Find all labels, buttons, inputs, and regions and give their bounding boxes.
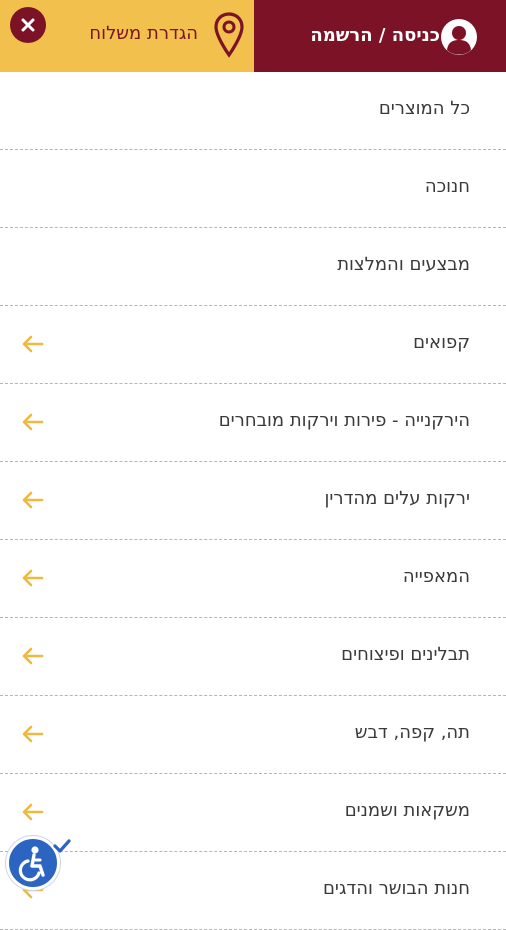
arrow-left-icon[interactable] bbox=[20, 412, 44, 432]
menu-item[interactable]: תבלינים ופיצוחים bbox=[0, 618, 506, 696]
menu-item-label: חנוכה bbox=[424, 176, 470, 197]
menu-item-label: קפואים bbox=[413, 332, 470, 353]
top-bar: הגדרת משלוח כניסה / הרשמה bbox=[0, 0, 506, 72]
menu-item-label: תה, קפה, דבש bbox=[354, 722, 470, 743]
menu-item-label: משקאות ושמנים bbox=[344, 800, 470, 821]
menu-item[interactable]: מבצעים והמלצות bbox=[0, 228, 506, 306]
menu-item[interactable]: משקאות ושמנים bbox=[0, 774, 506, 852]
arrow-left-icon[interactable] bbox=[20, 568, 44, 588]
close-icon bbox=[21, 18, 35, 32]
menu-item[interactable]: תה, קפה, דבש bbox=[0, 696, 506, 774]
arrow-left-icon[interactable] bbox=[20, 724, 44, 744]
login-register-label: כניסה / הרשמה bbox=[310, 25, 440, 46]
arrow-left-icon[interactable] bbox=[20, 646, 44, 666]
menu-item[interactable]: ירקות עלים מהדרין bbox=[0, 462, 506, 540]
checkmark-icon bbox=[53, 839, 71, 853]
menu-item[interactable]: המאפייה bbox=[0, 540, 506, 618]
user-avatar-icon bbox=[441, 19, 477, 55]
menu-item-label: תבלינים ופיצוחים bbox=[341, 644, 470, 665]
menu-item-label: חנות הבושר והדגים bbox=[322, 878, 470, 899]
menu-item[interactable]: חנוכה bbox=[0, 150, 506, 228]
shipping-settings-label: הגדרת משלוח bbox=[89, 23, 198, 44]
shipping-settings-button[interactable]: הגדרת משלוח bbox=[0, 0, 254, 72]
login-register-button[interactable]: כניסה / הרשמה bbox=[254, 0, 506, 72]
category-menu: כל המוצרים חנוכה מבצעים והמלצות קפואים ה… bbox=[0, 72, 506, 930]
arrow-left-icon[interactable] bbox=[20, 490, 44, 510]
menu-item-label: הירקנייה - פירות וירקות מובחרים bbox=[218, 410, 470, 431]
wheelchair-icon bbox=[18, 846, 45, 882]
menu-item-label: מבצעים והמלצות bbox=[337, 254, 470, 275]
menu-item-label: ירקות עלים מהדרין bbox=[324, 488, 470, 509]
arrow-left-icon[interactable] bbox=[20, 802, 44, 822]
menu-item-label: המאפייה bbox=[402, 566, 470, 587]
menu-item[interactable]: חנות הבושר והדגים bbox=[0, 852, 506, 930]
menu-item[interactable]: כל המוצרים bbox=[0, 72, 506, 150]
close-button[interactable] bbox=[10, 7, 46, 43]
menu-item[interactable]: קפואים bbox=[0, 306, 506, 384]
menu-item-label: כל המוצרים bbox=[378, 98, 470, 119]
map-pin-icon bbox=[214, 12, 244, 58]
arrow-left-icon[interactable] bbox=[20, 334, 44, 354]
menu-item[interactable]: הירקנייה - פירות וירקות מובחרים bbox=[0, 384, 506, 462]
